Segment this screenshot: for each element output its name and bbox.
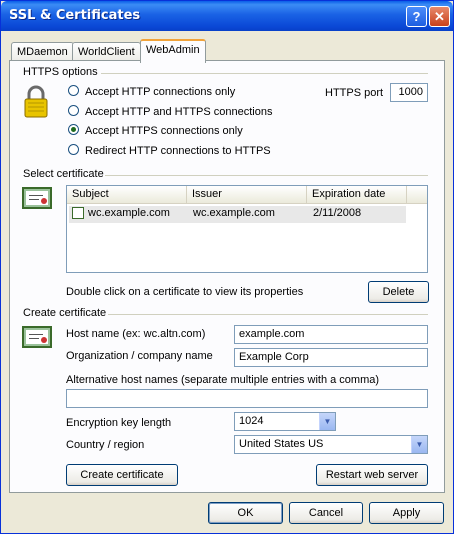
https-port-label: HTTPS port <box>325 87 384 99</box>
select-certificate-divider <box>105 175 428 176</box>
https-options-divider <box>101 73 428 74</box>
certificate-hint: Double click on a certificate to view it… <box>66 286 304 298</box>
radio-http-only-indicator[interactable] <box>68 85 79 96</box>
help-button[interactable]: ? <box>406 6 427 27</box>
cancel-button[interactable]: Cancel <box>289 502 363 524</box>
https-options-label: HTTPS options <box>23 66 98 78</box>
organization-label: Organization / company name <box>66 350 213 362</box>
cell-subject: wc.example.com <box>88 207 170 219</box>
certificate-list[interactable]: Subject Issuer Expiration date wc.exampl… <box>66 185 428 273</box>
create-certificate-divider <box>108 314 428 315</box>
cell-expiration: 2/11/2008 <box>313 207 362 219</box>
alternative-host-names-label: Alternative host names (separate multipl… <box>66 374 380 386</box>
radio-http-only[interactable]: Accept HTTP connections only <box>68 85 235 99</box>
radio-redirect-to-https-label: Redirect HTTP connections to HTTPS <box>85 145 271 157</box>
country-region-label: Country / region <box>66 439 145 451</box>
chevron-down-icon[interactable]: ▼ <box>411 436 427 453</box>
table-row[interactable]: wc.example.com wc.example.com 2/11/2008 <box>69 206 406 223</box>
radio-http-and-https-label: Accept HTTP and HTTPS connections <box>85 106 273 118</box>
radio-https-only-label: Accept HTTPS connections only <box>85 125 243 137</box>
create-certificate-icon <box>22 326 52 348</box>
radio-redirect-to-https[interactable]: Redirect HTTP connections to HTTPS <box>68 144 271 158</box>
organization-input[interactable]: Example Corp <box>234 348 428 367</box>
create-certificate-label: Create certificate <box>23 307 107 319</box>
country-region-select[interactable]: United States US ▼ <box>234 435 428 454</box>
create-certificate-button[interactable]: Create certificate <box>66 464 178 486</box>
radio-redirect-to-https-indicator[interactable] <box>68 144 79 155</box>
certificate-list-header: Subject Issuer Expiration date <box>67 186 427 204</box>
encryption-key-length-value: 1024 <box>239 415 264 427</box>
certificate-icon <box>22 187 52 209</box>
restart-web-server-button[interactable]: Restart web server <box>316 464 428 486</box>
select-certificate-label: Select certificate <box>23 168 104 180</box>
title-bar[interactable]: SSL & Certificates ? ✕ <box>1 1 453 31</box>
cell-issuer: wc.example.com <box>193 207 275 219</box>
encryption-key-length-select[interactable]: 1024 ▼ <box>234 412 336 431</box>
https-port-input[interactable]: 1000 <box>390 83 428 102</box>
radio-http-and-https[interactable]: Accept HTTP and HTTPS connections <box>68 105 273 119</box>
apply-button[interactable]: Apply <box>369 502 444 524</box>
delete-button[interactable]: Delete <box>368 281 429 303</box>
window-title: SSL & Certificates <box>9 8 141 23</box>
ssl-certificates-dialog: SSL & Certificates ? ✕ MDaemon WorldClie… <box>0 0 454 534</box>
column-expiration-date[interactable]: Expiration date <box>307 186 407 204</box>
radio-http-and-https-indicator[interactable] <box>68 105 79 116</box>
tab-mdaemon[interactable]: MDaemon <box>11 42 74 62</box>
tab-webadmin[interactable]: WebAdmin <box>140 39 206 63</box>
radio-https-only[interactable]: Accept HTTPS connections only <box>68 124 243 138</box>
close-button[interactable]: ✕ <box>429 6 450 27</box>
host-name-label: Host name (ex: wc.altn.com) <box>66 328 206 340</box>
radio-http-only-label: Accept HTTP connections only <box>85 86 236 98</box>
ok-button[interactable]: OK <box>208 502 283 524</box>
alternative-host-names-input[interactable] <box>66 389 428 408</box>
column-issuer[interactable]: Issuer <box>187 186 307 204</box>
host-name-input[interactable]: example.com <box>234 325 428 344</box>
tab-worldclient[interactable]: WorldClient <box>72 42 141 62</box>
chevron-down-icon[interactable]: ▼ <box>319 413 335 430</box>
lock-icon <box>24 85 48 118</box>
radio-https-only-indicator[interactable] <box>68 124 79 135</box>
country-region-value: United States US <box>239 438 324 450</box>
certificate-row-icon <box>72 207 84 219</box>
encryption-key-length-label: Encryption key length <box>66 417 172 429</box>
column-subject[interactable]: Subject <box>67 186 187 204</box>
